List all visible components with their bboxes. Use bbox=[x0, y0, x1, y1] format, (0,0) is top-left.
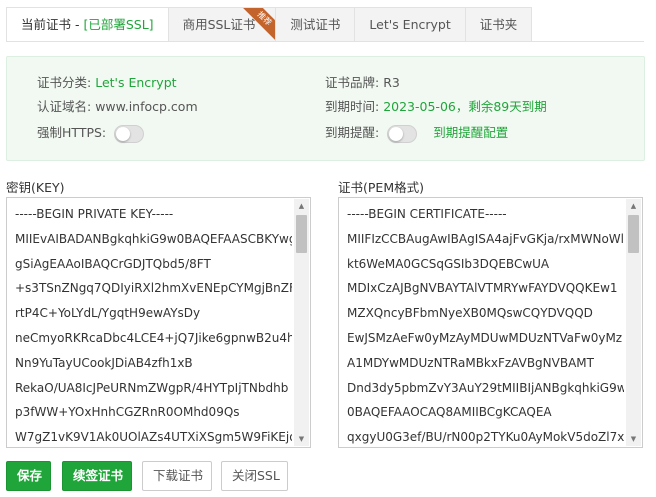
cert-line: kt6WeMA0GCSqGSIb3DQEBCwUA bbox=[347, 256, 550, 271]
tab-test-cert[interactable]: 测试证书 bbox=[276, 7, 356, 42]
key-line: neCmyoRKRcaDbc4LCE4+jQ7Jike6gpnwB2u4hvi bbox=[15, 330, 292, 345]
tab-label: Let's Encrypt bbox=[369, 17, 451, 32]
renew-cert-button[interactable]: 续签证书 bbox=[62, 461, 132, 491]
tab-divider bbox=[6, 41, 644, 42]
save-button[interactable]: 保存 bbox=[6, 461, 51, 491]
cert-line: Dnd3dy5pbmZvY3AuY29tMIIBIjANBgkqhkiG9w bbox=[347, 380, 624, 395]
force-https-toggle[interactable] bbox=[114, 124, 145, 143]
key-line: -----BEGIN PRIVATE KEY----- bbox=[15, 207, 174, 221]
key-line: Nn9YuTayUCookJDiAB4zfh1xB bbox=[15, 355, 193, 370]
private-key-text: -----BEGIN PRIVATE KEY----- MIIEvAIBADANB… bbox=[15, 202, 292, 447]
cert-category-value: Let's Encrypt bbox=[95, 75, 177, 90]
cert-line: EwJSMzAeFw0yMzAyMDUwMDUzNTVaFw0yMz bbox=[347, 330, 623, 345]
expire-remind-config-link[interactable]: 到期提醒配置 bbox=[433, 125, 508, 140]
certificate-textarea[interactable]: -----BEGIN CERTIFICATE----- MIIFIzCCBAugA… bbox=[338, 197, 643, 448]
force-https-label: 强制HTTPS: bbox=[37, 125, 107, 140]
key-line: gSiAgEAAoIBAQCrGDJTQbd5/8FT bbox=[15, 256, 211, 271]
cert-line: MIIFIzCCBAugAwIBAgISA4ajFvGKja/rxMWNoWl bbox=[347, 231, 624, 246]
tab-label: 测试证书 bbox=[290, 17, 341, 32]
toggle-knob bbox=[116, 126, 131, 141]
cert-domain-label: 认证域名: bbox=[37, 99, 92, 114]
key-label: 密钥(KEY) bbox=[6, 180, 65, 195]
tab-label: 证书夹 bbox=[479, 17, 518, 32]
expire-row: 到期时间: 2023-05-06，剩余89天到期 bbox=[325, 97, 547, 117]
key-line: rtP4C+YoLYdL/YgqtH9ewAYsDy bbox=[15, 306, 201, 321]
expire-remind-label: 到期提醒: bbox=[325, 125, 380, 140]
tab-current-cert[interactable]: 当前证书 - [已部署SSL] bbox=[6, 7, 169, 42]
cert-line: MZXQncyBFbmNyeXB0MQswCQYDVQQD bbox=[347, 306, 593, 321]
cert-line: qxgyU0G3ef/BU/rN00p2TYKu0AyMokV5doZl7x bbox=[347, 430, 624, 445]
tab-lets-encrypt[interactable]: Let's Encrypt bbox=[355, 7, 466, 42]
private-key-textarea[interactable]: -----BEGIN PRIVATE KEY----- MIIEvAIBADANB… bbox=[6, 197, 311, 448]
tab-bar: 当前证书 - [已部署SSL] 商用SSL证书 推荐 测试证书 Let's En… bbox=[6, 7, 533, 42]
deployed-badge: [已部署SSL] bbox=[83, 17, 154, 32]
certificate-text: -----BEGIN CERTIFICATE----- MIIFIzCCBAugA… bbox=[347, 202, 624, 447]
scroll-up-icon[interactable]: ▲ bbox=[626, 199, 641, 213]
tab-label: 当前证书 - bbox=[21, 17, 84, 32]
cert-line: MDIxCzAJBgNVBAYTAlVTMRYwFAYDVQQKEw1 bbox=[347, 281, 618, 296]
scroll-thumb[interactable] bbox=[296, 215, 307, 253]
cert-label: 证书(PEM格式) bbox=[338, 180, 424, 195]
cert-brand-row: 证书品牌: R3 bbox=[325, 73, 400, 93]
scroll-down-icon[interactable]: ▼ bbox=[294, 432, 309, 446]
key-scrollbar[interactable]: ▲ ▼ bbox=[294, 199, 309, 446]
key-line: W7gZ1vK9V1Ak0UOlAZs4UTXiXSgm5W9FiKEjo bbox=[15, 430, 292, 445]
cert-line: 0BAQEFAAOCAQ8AMIIBCgKCAQEA bbox=[347, 405, 552, 420]
scroll-up-icon[interactable]: ▲ bbox=[294, 199, 309, 213]
tab-cert-folder[interactable]: 证书夹 bbox=[465, 7, 533, 42]
tab-label: 商用SSL证书 bbox=[182, 17, 256, 32]
cert-brand-label: 证书品牌: bbox=[325, 75, 380, 90]
expire-label: 到期时间: bbox=[325, 99, 380, 114]
cert-brand-value: R3 bbox=[383, 75, 400, 90]
expire-remind-toggle[interactable] bbox=[387, 124, 418, 143]
expire-value: 2023-05-06，剩余89天到期 bbox=[383, 99, 547, 114]
tab-commercial-ssl[interactable]: 商用SSL证书 推荐 bbox=[168, 7, 277, 42]
key-line: MIIEvAIBADANBgkqhkiG9w0BAQEFAASCBKYwg bbox=[15, 231, 292, 246]
cert-domain-row: 认证域名: www.infocp.com bbox=[37, 97, 198, 117]
cert-info-panel: 证书分类: Let's Encrypt 认证域名: www.infocp.com… bbox=[6, 56, 645, 161]
cert-line: A1MDYwMDUzNTRaMBkxFzAVBgNVBAMT bbox=[347, 355, 594, 370]
cert-category-label: 证书分类: bbox=[37, 75, 92, 90]
expire-remind-row: 到期提醒: 到期提醒配置 bbox=[325, 123, 508, 143]
key-line: +s3TSnZNgq7QDIyiRXl2hmXvENEpCYMgjBnZFz bbox=[15, 281, 292, 296]
cert-domain-value: www.infocp.com bbox=[95, 99, 198, 114]
close-ssl-button[interactable]: 关闭SSL bbox=[221, 461, 288, 491]
cert-line: -----BEGIN CERTIFICATE----- bbox=[347, 207, 507, 221]
cert-scrollbar[interactable]: ▲ ▼ bbox=[626, 199, 641, 446]
force-https-row: 强制HTTPS: bbox=[37, 123, 145, 143]
download-cert-button[interactable]: 下载证书 bbox=[142, 461, 212, 491]
scroll-thumb[interactable] bbox=[628, 215, 639, 253]
scroll-down-icon[interactable]: ▼ bbox=[626, 432, 641, 446]
key-line: p3fWW+YOxHnhCGZRnR0OMhd09Qs bbox=[15, 405, 240, 420]
cert-category-row: 证书分类: Let's Encrypt bbox=[37, 73, 177, 93]
toggle-knob bbox=[389, 126, 404, 141]
key-line: RekaO/UA8IcJPeURNmZWgpR/4HYTpIjTNbdhb bbox=[15, 380, 289, 395]
